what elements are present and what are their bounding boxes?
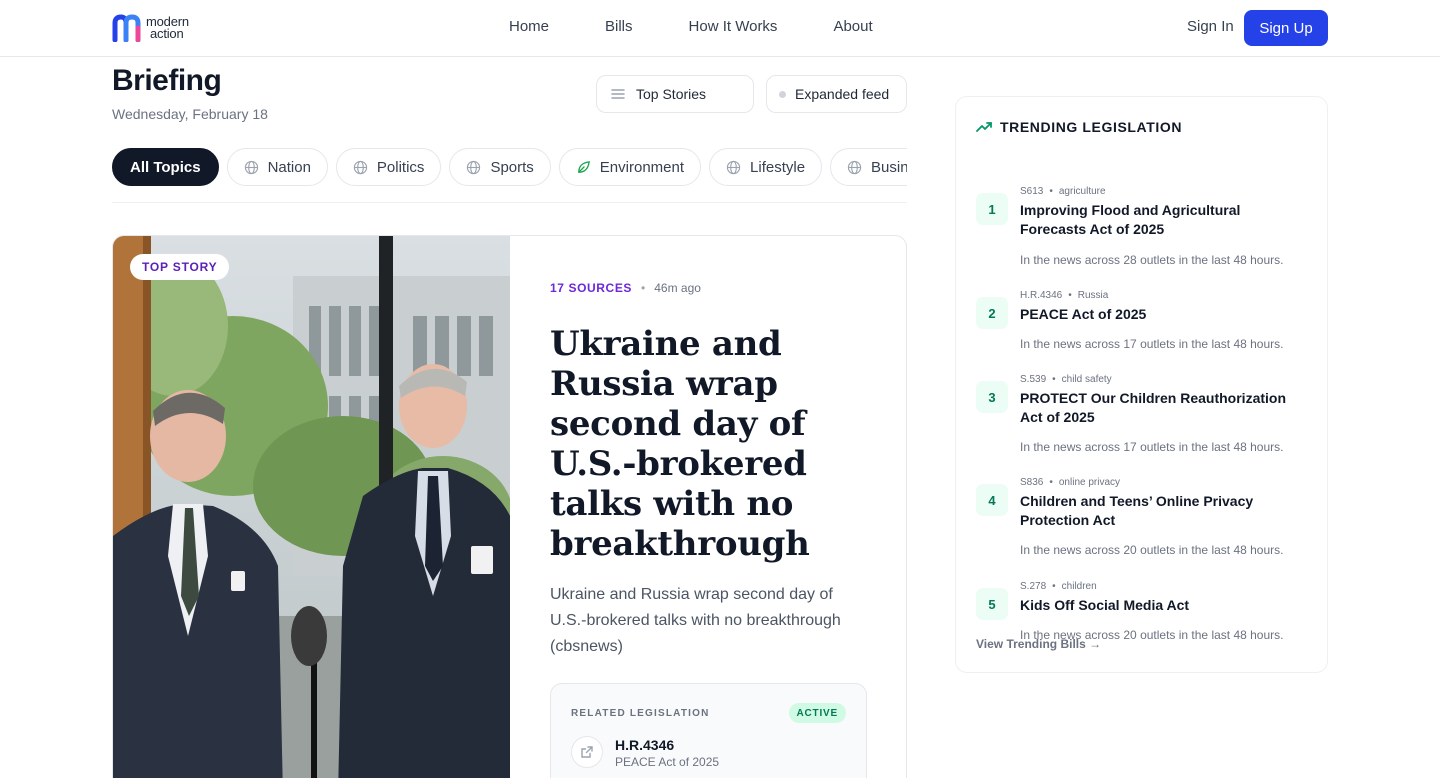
meta-bullet: •	[1049, 186, 1053, 197]
topic-filter-bar: All Topics Nation Politics Sports Environmen…	[112, 148, 907, 188]
meta-bullet: •	[1049, 477, 1053, 488]
topic-chip-environment[interactable]: Environment	[558, 148, 702, 186]
view-trending-bills-link[interactable]: View Trending Bills →	[976, 637, 1101, 651]
story-timestamp: 46m ago	[654, 281, 701, 295]
nav-about-link[interactable]: About	[833, 18, 872, 35]
topic-chip-sports[interactable]: Sports	[449, 148, 551, 186]
topic-chip-politics[interactable]: Politics	[335, 148, 442, 186]
bill-code: S.539	[1020, 374, 1047, 385]
rank-badge: 2	[976, 297, 1008, 329]
sign-in-link[interactable]: Sign In	[1187, 18, 1234, 35]
external-link-icon[interactable]	[571, 736, 603, 768]
story-headline[interactable]: Ukraine and Russia wrap second day of U.…	[550, 324, 880, 564]
page-title: Briefing	[112, 64, 222, 97]
bill-description: In the news across 17 outlets in the las…	[1020, 337, 1284, 351]
rank-badge: 4	[976, 484, 1008, 516]
sign-up-button[interactable]: Sign Up	[1244, 10, 1328, 46]
top-nav: modern action Home Bills How It Works Ab…	[0, 0, 1440, 57]
logo-mark-icon	[112, 14, 148, 43]
nav-bills-link[interactable]: Bills	[605, 18, 633, 35]
bill-meta: S613 • agriculture	[1020, 186, 1106, 197]
trending-heading: TRENDING LEGISLATION	[976, 119, 1182, 135]
related-bill-name: PEACE Act of 2025	[615, 755, 720, 769]
filter-lines-icon	[611, 89, 625, 99]
bill-code: S.278	[1020, 581, 1047, 592]
bill-title[interactable]: PROTECT Our Children Reauthorization Act…	[1020, 389, 1300, 427]
logo-text: modern action	[146, 14, 189, 41]
logo[interactable]: modern action	[112, 14, 202, 43]
bill-meta: S836 • online privacy	[1020, 477, 1120, 488]
bill-tag: children	[1061, 581, 1097, 592]
status-badge: ACTIVE	[788, 703, 846, 723]
bill-code: S613	[1020, 186, 1044, 197]
expanded-feed-label: Expanded feed	[795, 86, 890, 102]
topic-chip-lifestyle[interactable]: Lifestyle	[709, 148, 823, 186]
globe-icon	[353, 160, 368, 175]
topic-chip-label: Environment	[599, 158, 685, 176]
globe-icon	[847, 160, 862, 175]
bill-title[interactable]: Children and Teens’ Online Privacy Prote…	[1020, 492, 1300, 530]
expanded-feed-toggle[interactable]: Expanded feed	[766, 75, 907, 113]
topic-chip-business[interactable]: Business	[830, 148, 907, 186]
bill-tag: online privacy	[1058, 477, 1121, 488]
page-date: Wednesday, February 18	[112, 106, 268, 122]
bill-tag: Russia	[1077, 290, 1109, 301]
meta-bullet: •	[1052, 374, 1056, 385]
bill-title[interactable]: PEACE Act of 2025	[1020, 305, 1300, 324]
nav-how-it-works-link[interactable]: How It Works	[689, 18, 778, 35]
top-story-card[interactable]: TOP STORY 17 SOURCES • 46m ago Ukraine a…	[112, 235, 907, 778]
rank-badge: 1	[976, 193, 1008, 225]
related-bill-id[interactable]: H.R.4346	[615, 737, 674, 753]
sort-top-stories-button[interactable]: Top Stories	[596, 75, 754, 113]
sources-count[interactable]: 17 SOURCES	[550, 281, 632, 295]
topic-chip-nation[interactable]: Nation	[226, 148, 328, 186]
story-meta: 17 SOURCES • 46m ago	[550, 281, 701, 295]
related-legislation-label: RELATED LEGISLATION	[571, 708, 710, 719]
globe-icon	[466, 160, 481, 175]
meta-separator: •	[641, 281, 646, 295]
topic-chip-label: Business	[871, 158, 907, 176]
topic-chip-label: All Topics	[130, 158, 201, 176]
main-nav-links: Home Bills How It Works About	[509, 18, 873, 35]
bill-tag: child safety	[1061, 374, 1112, 385]
bill-description: In the news across 28 outlets in the las…	[1020, 253, 1284, 267]
bill-meta: S.539 • child safety	[1020, 374, 1112, 385]
globe-icon	[244, 160, 259, 175]
bill-title[interactable]: Improving Flood and Agricultural Forecas…	[1020, 201, 1300, 239]
story-summary: Ukraine and Russia wrap second day of U.…	[550, 586, 841, 655]
topic-chip-all-topics[interactable]: All Topics	[112, 148, 219, 186]
topic-chip-label: Politics	[376, 158, 425, 176]
rank-badge: 3	[976, 381, 1008, 413]
leaf-icon	[576, 160, 591, 175]
bill-code: H.R.4346	[1020, 290, 1063, 301]
bill-tag: agriculture	[1058, 186, 1106, 197]
trending-heading-label: TRENDING LEGISLATION	[1000, 119, 1183, 135]
trending-legislation-panel: TRENDING LEGISLATION 1 S613 • agriculture Im…	[955, 96, 1328, 673]
top-story-badge: TOP STORY	[130, 254, 230, 280]
meta-bullet: •	[1068, 290, 1072, 301]
bill-code: S836	[1020, 477, 1044, 488]
bill-meta: S.278 • children	[1020, 581, 1097, 592]
topic-chip-label: Sports	[490, 158, 534, 176]
nav-home-link[interactable]: Home	[509, 18, 549, 35]
toggle-dot-icon	[779, 90, 786, 98]
sort-button-label: Top Stories	[636, 86, 707, 102]
topic-chip-label: Lifestyle	[750, 158, 806, 176]
trending-up-icon	[976, 122, 992, 132]
topic-chip-label: Nation	[267, 158, 311, 176]
story-photo: TOP STORY	[113, 236, 510, 778]
globe-icon	[726, 160, 741, 175]
bill-description: In the news across 17 outlets in the las…	[1020, 440, 1284, 454]
rank-badge: 5	[976, 588, 1008, 620]
bill-meta: H.R.4346 • Russia	[1020, 290, 1108, 301]
related-legislation-card[interactable]: RELATED LEGISLATION ACTIVE H.R.4346 PEAC…	[550, 683, 867, 778]
bill-description: In the news across 20 outlets in the las…	[1020, 543, 1284, 557]
bill-title[interactable]: Kids Off Social Media Act	[1020, 596, 1300, 615]
meta-bullet: •	[1052, 581, 1056, 592]
section-divider	[112, 202, 907, 203]
